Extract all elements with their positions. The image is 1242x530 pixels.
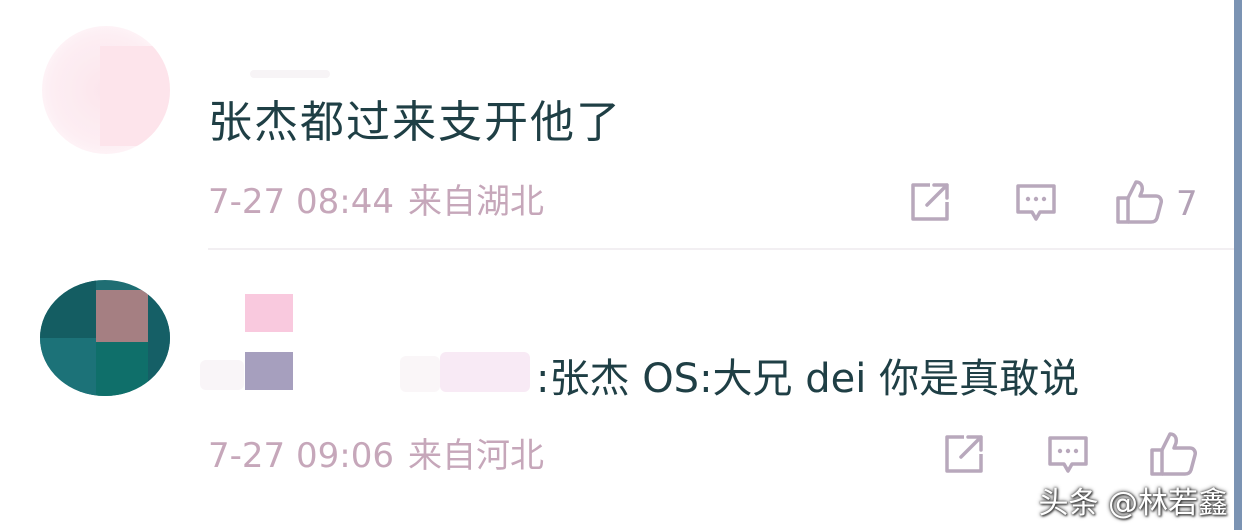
divider xyxy=(208,248,1234,250)
watermark: 头条 @林若鑫 xyxy=(1038,486,1228,521)
avatar[interactable] xyxy=(40,280,170,396)
blurred-text xyxy=(200,360,244,390)
comment-date: 7-27 08:44 xyxy=(208,182,394,222)
comment-meta: 7-27 08:44 来自湖北 xyxy=(208,180,558,224)
comment-date: 7-27 09:06 xyxy=(208,436,394,476)
comment-location: 来自河北 xyxy=(407,436,544,476)
mention-avatar-blurred xyxy=(245,352,293,390)
thumbs-up-icon[interactable] xyxy=(1148,430,1200,478)
avatar[interactable] xyxy=(42,26,170,154)
share-icon[interactable] xyxy=(942,434,986,474)
thumbs-up-icon[interactable] xyxy=(1114,178,1166,226)
username-blurred xyxy=(245,294,293,332)
comment-item: 张杰都过来支开他了 7-27 08:44 来自湖北 7 xyxy=(0,0,1234,252)
like-count: 7 xyxy=(1176,184,1198,224)
comment-text: 张杰都过来支开他了 xyxy=(208,97,622,148)
username-blurred xyxy=(250,70,330,78)
right-edge-bar xyxy=(1234,0,1242,530)
comment-text: :张杰 OS:大兄 dei 你是真敢说 xyxy=(536,356,1080,402)
blurred-text xyxy=(440,352,530,392)
comment-meta: 7-27 09:06 来自河北 xyxy=(208,434,558,478)
comment-location: 来自湖北 xyxy=(407,182,544,222)
blurred-text xyxy=(400,356,440,392)
reply-icon[interactable] xyxy=(1014,182,1058,224)
share-icon[interactable] xyxy=(908,182,952,222)
reply-icon[interactable] xyxy=(1046,434,1090,476)
